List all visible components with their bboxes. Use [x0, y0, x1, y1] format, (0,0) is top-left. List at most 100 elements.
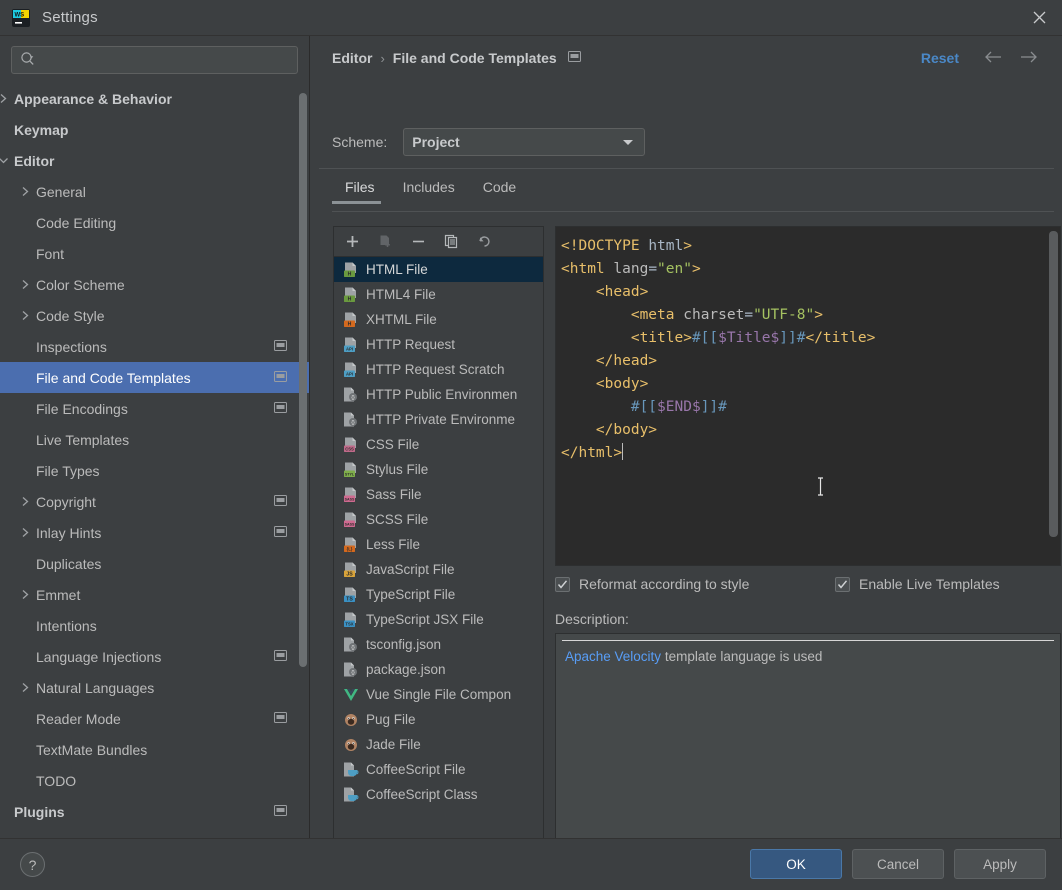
template-list-item[interactable]: {}HTTP Public Environmen: [334, 382, 543, 407]
project-scope-icon: [274, 649, 287, 665]
code-line: <html lang="en">: [561, 258, 1060, 281]
template-list-item-label: Less File: [366, 537, 420, 552]
sidebar-scrollbar[interactable]: [299, 93, 307, 667]
chevron-right-icon[interactable]: [14, 527, 36, 538]
code-token-tag: >: [692, 261, 701, 277]
template-list-item[interactable]: SASSSass File: [334, 482, 543, 507]
reformat-checkbox[interactable]: [555, 577, 570, 592]
editor-vertical-scrollbar[interactable]: [1049, 231, 1058, 537]
reformat-checkbox-row[interactable]: Reformat according to style: [555, 576, 749, 592]
search-box[interactable]: [11, 46, 298, 74]
chevron-right-icon[interactable]: [0, 93, 14, 104]
scheme-dropdown[interactable]: Project: [403, 128, 645, 156]
template-list-item[interactable]: HHTML4 File: [334, 282, 543, 307]
code-token-tag: </title>: [805, 330, 875, 346]
help-button[interactable]: ?: [20, 852, 45, 877]
chevron-right-icon[interactable]: [14, 186, 36, 197]
reset-link[interactable]: Reset: [921, 50, 959, 66]
sidebar-item-editor[interactable]: Editor: [0, 145, 309, 176]
sidebar-item-file-types[interactable]: File Types: [0, 455, 309, 486]
tab-code[interactable]: Code: [469, 179, 530, 204]
sidebar-item-general[interactable]: General: [0, 176, 309, 207]
search-input[interactable]: [42, 53, 289, 68]
sidebar-item-font[interactable]: Font: [0, 238, 309, 269]
template-list-item[interactable]: SASSSCSS File: [334, 507, 543, 532]
sidebar-item-language-injections[interactable]: Language Injections: [0, 641, 309, 672]
less-file-icon: {L}: [342, 537, 360, 553]
arrow-left-icon[interactable]: [983, 49, 1003, 68]
template-list[interactable]: HHTML FileHHTML4 FileHXHTML FileAPIHTTP …: [334, 257, 543, 843]
template-list-item[interactable]: TSTypeScript File: [334, 582, 543, 607]
tab-files[interactable]: Files: [332, 179, 389, 204]
chevron-right-icon[interactable]: [14, 589, 36, 600]
chevron-right-icon[interactable]: [14, 279, 36, 290]
sidebar-item-code-style[interactable]: Code Style: [0, 300, 309, 331]
ok-button[interactable]: OK: [750, 849, 842, 879]
template-list-item[interactable]: {}HTTP Private Environme: [334, 407, 543, 432]
sidebar-item-todo[interactable]: TODO: [0, 765, 309, 796]
live-templates-checkbox[interactable]: [835, 577, 850, 592]
template-list-item[interactable]: TSXTypeScript JSX File: [334, 607, 543, 632]
template-list-item[interactable]: {}tsconfig.json: [334, 632, 543, 657]
arrow-right-icon[interactable]: [1019, 49, 1039, 68]
apache-velocity-link[interactable]: Apache Velocity: [565, 649, 661, 664]
sidebar-item-intentions[interactable]: Intentions: [0, 610, 309, 641]
js-file-icon: JS: [342, 562, 360, 578]
sidebar-item-inlay-hints[interactable]: Inlay Hints: [0, 517, 309, 548]
chevron-right-icon[interactable]: [14, 682, 36, 693]
chevron-right-icon[interactable]: [14, 310, 36, 321]
sidebar-item-file-encodings[interactable]: File Encodings: [0, 393, 309, 424]
sidebar-item-label: Color Scheme: [36, 277, 125, 293]
template-list-item[interactable]: HHTML File: [334, 257, 543, 282]
template-list-item[interactable]: JSJavaScript File: [334, 557, 543, 582]
chevron-down-icon[interactable]: [0, 156, 14, 165]
svg-text:TSX: TSX: [345, 621, 353, 626]
file-add-icon: [377, 233, 394, 250]
code-token-tag: <body>: [596, 376, 648, 392]
chevron-right-icon[interactable]: [14, 496, 36, 507]
sidebar-item-keymap[interactable]: Keymap: [0, 114, 309, 145]
close-icon[interactable]: [1016, 0, 1062, 35]
sidebar-item-label: Reader Mode: [36, 711, 121, 727]
revert-icon[interactable]: [476, 233, 493, 250]
plus-icon[interactable]: [344, 233, 361, 250]
template-list-item[interactable]: HXHTML File: [334, 307, 543, 332]
template-list-item[interactable]: APIHTTP Request Scratch: [334, 357, 543, 382]
sidebar-item-appearance-behavior[interactable]: Appearance & Behavior: [0, 83, 309, 114]
tab-includes[interactable]: Includes: [389, 179, 469, 204]
template-list-item-label: Stylus File: [366, 462, 428, 477]
template-list-item[interactable]: CoffeeScript Class: [334, 782, 543, 807]
template-code-editor[interactable]: <!DOCTYPE html><html lang="en"> <head> <…: [555, 226, 1061, 566]
template-list-item[interactable]: APIHTTP Request: [334, 332, 543, 357]
template-list-item[interactable]: Vue Single File Compon: [334, 682, 543, 707]
sidebar-item-live-templates[interactable]: Live Templates: [0, 424, 309, 455]
sidebar-item-file-and-code-templates[interactable]: File and Code Templates: [0, 362, 309, 393]
sidebar-item-label: Inlay Hints: [36, 525, 101, 541]
sidebar-item-inspections[interactable]: Inspections: [0, 331, 309, 362]
minus-icon[interactable]: [410, 233, 427, 250]
code-line: </head>: [561, 350, 1060, 373]
apply-button[interactable]: Apply: [954, 849, 1046, 879]
sidebar-item-duplicates[interactable]: Duplicates: [0, 548, 309, 579]
cancel-button[interactable]: Cancel: [852, 849, 944, 879]
copy-icon[interactable]: [443, 233, 460, 250]
template-list-item[interactable]: {L} Less File: [334, 532, 543, 557]
template-list-item[interactable]: CSSCSS File: [334, 432, 543, 457]
template-list-item[interactable]: CoffeeScript File: [334, 757, 543, 782]
sidebar-item-reader-mode[interactable]: Reader Mode: [0, 703, 309, 734]
sidebar-item-plugins[interactable]: Plugins: [0, 796, 309, 827]
breadcrumb-parent[interactable]: Editor: [332, 50, 372, 66]
sidebar-item-code-editing[interactable]: Code Editing: [0, 207, 309, 238]
template-list-item[interactable]: Pug File: [334, 707, 543, 732]
sidebar-item-natural-languages[interactable]: Natural Languages: [0, 672, 309, 703]
code-token-macro: #[[: [692, 330, 718, 346]
sidebar-item-emmet[interactable]: Emmet: [0, 579, 309, 610]
sidebar-item-textmate-bundles[interactable]: TextMate Bundles: [0, 734, 309, 765]
sidebar-item-color-scheme[interactable]: Color Scheme: [0, 269, 309, 300]
live-templates-checkbox-row[interactable]: Enable Live Templates: [835, 576, 1000, 592]
template-list-item[interactable]: Jade File: [334, 732, 543, 757]
sidebar-item-copyright[interactable]: Copyright: [0, 486, 309, 517]
template-list-item[interactable]: STYLStylus File: [334, 457, 543, 482]
template-list-item[interactable]: {}package.json: [334, 657, 543, 682]
http-request-icon: API: [342, 337, 360, 353]
